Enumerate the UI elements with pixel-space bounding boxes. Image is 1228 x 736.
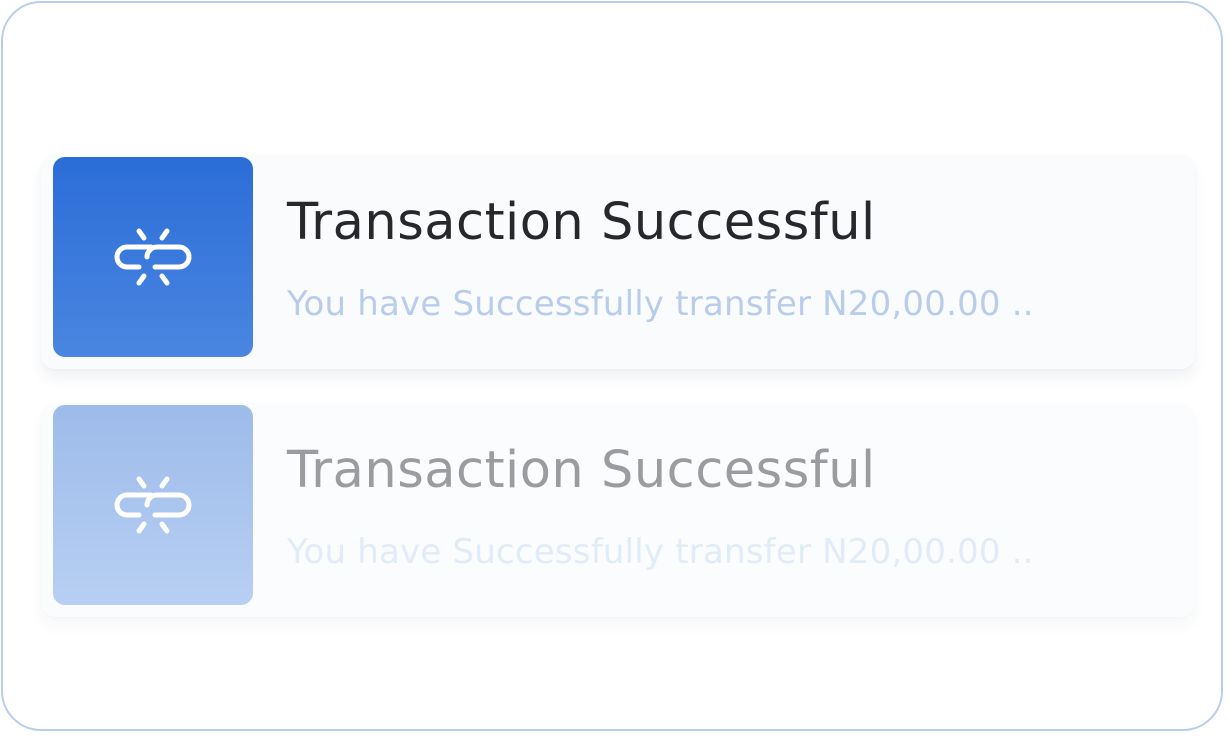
link-icon bbox=[114, 228, 192, 286]
link-icon bbox=[114, 476, 192, 534]
notification-title: Transaction Successful bbox=[287, 441, 876, 500]
notification-icon-box bbox=[53, 405, 253, 605]
notification-title: Transaction Successful bbox=[287, 193, 876, 252]
notification-message: You have Successfully transfer N20,00.00… bbox=[287, 284, 1034, 324]
notification-card[interactable]: Transaction Successful You have Successf… bbox=[41, 403, 1195, 617]
notification-message: You have Successfully transfer N20,00.00… bbox=[287, 532, 1034, 572]
notification-card[interactable]: Transaction Successful You have Successf… bbox=[41, 155, 1195, 369]
notification-panel: Transaction Successful You have Successf… bbox=[1, 1, 1223, 731]
notification-icon-box bbox=[53, 157, 253, 357]
